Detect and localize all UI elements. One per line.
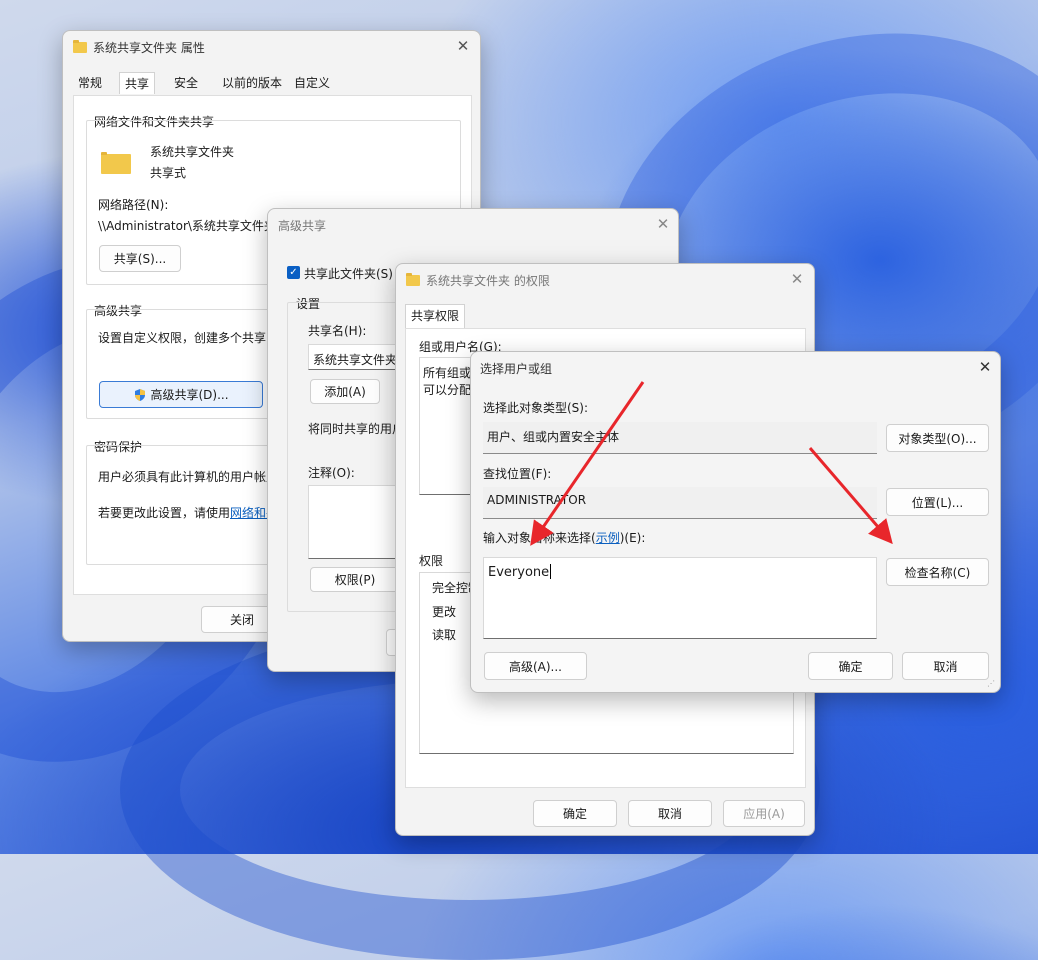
share-folder-checkbox[interactable]: ✓	[287, 266, 300, 279]
window-title: 高级共享	[278, 219, 327, 233]
select-users-titlebar[interactable]: 选择用户或组 ✕	[471, 352, 1000, 382]
object-type-label: 选择此对象类型(S):	[483, 401, 589, 415]
location-field: ADMINISTRATOR	[483, 487, 877, 519]
check-names-button[interactable]: 检查名称(C)	[886, 558, 989, 586]
examples-link[interactable]: 示例	[596, 531, 620, 545]
folder-icon	[406, 273, 420, 286]
advanced-button[interactable]: 高级(A)...	[484, 652, 587, 680]
ok-button[interactable]: 确定	[808, 652, 893, 680]
comment-field[interactable]	[308, 485, 408, 559]
close-icon[interactable]: ✕	[976, 358, 994, 376]
properties-titlebar[interactable]: 系统共享文件夹 属性 ✕	[63, 31, 480, 61]
tab-previous-versions[interactable]: 以前的版本	[217, 72, 287, 94]
window-title: 系统共享文件夹 的权限	[426, 274, 550, 288]
folder-name: 系统共享文件夹	[150, 145, 235, 159]
advanced-sharing-description: 设置自定义权限，创建多个共享，	[98, 331, 279, 345]
permissions-titlebar[interactable]: 系统共享文件夹 的权限 ✕	[396, 264, 814, 294]
ok-button[interactable]: 确定	[533, 800, 617, 827]
location-label: 查找位置(F):	[483, 467, 552, 481]
enter-label-prefix: 输入对象名称来选择(	[483, 531, 596, 545]
share-button[interactable]: 共享(S)...	[99, 245, 181, 272]
object-types-button[interactable]: 对象类型(O)...	[886, 424, 989, 452]
cancel-button[interactable]: 取消	[628, 800, 712, 827]
permissions-label: 权限	[419, 554, 444, 568]
password-description: 用户必须具有此计算机的用户帐户	[98, 470, 279, 484]
apply-button[interactable]: 应用(A)	[723, 800, 805, 827]
enter-label-suffix: )(E):	[619, 531, 646, 545]
window-title: 选择用户或组	[480, 362, 553, 376]
text-caret	[550, 564, 552, 579]
network-path-label: 网络路径(N):	[98, 198, 169, 212]
group-list-text: 可以分配	[423, 383, 472, 397]
password-change-prefix: 若要更改此设置，请使用	[98, 506, 231, 520]
advanced-sharing-button[interactable]: 高级共享(D)...	[99, 381, 263, 408]
locations-button[interactable]: 位置(L)...	[886, 488, 989, 516]
share-name-label: 共享名(H):	[308, 324, 367, 338]
window-title: 系统共享文件夹 属性	[93, 41, 205, 55]
network-path-value: \\Administrator\系统共享文件夹	[98, 219, 276, 233]
concurrent-users-label: 将同时共享的用户	[308, 422, 405, 436]
select-users-window: 选择用户或组 ✕ 选择此对象类型(S): 用户、组或内置安全主体 对象类型(O)…	[470, 351, 1001, 693]
comment-label: 注释(O):	[308, 466, 355, 480]
folder-icon	[101, 152, 131, 174]
object-names-value: Everyone	[488, 565, 550, 580]
folder-icon	[73, 40, 87, 53]
tab-security[interactable]: 安全	[169, 72, 203, 94]
share-name-field[interactable]: 系统共享文件夹	[308, 344, 408, 370]
enter-object-names-label: 输入对象名称来选择(示例)(E):	[483, 529, 645, 546]
object-names-input[interactable]: Everyone	[483, 557, 877, 639]
advanced-sharing-titlebar[interactable]: 高级共享 ✕	[268, 209, 678, 239]
close-icon[interactable]: ✕	[454, 37, 472, 55]
uac-shield-icon	[135, 388, 146, 401]
permissions-button[interactable]: 权限(P)	[310, 567, 400, 592]
tab-general[interactable]: 常规	[73, 72, 107, 94]
add-button[interactable]: 添加(A)	[310, 379, 380, 404]
password-change-text: 若要更改此设置，请使用网络和共	[98, 504, 278, 521]
close-icon[interactable]: ✕	[788, 270, 806, 288]
object-type-field: 用户、组或内置安全主体	[483, 422, 877, 454]
resize-grip-icon[interactable]: ⋰	[987, 679, 997, 689]
tab-customize[interactable]: 自定义	[289, 72, 335, 94]
tab-sharing[interactable]: 共享	[119, 72, 156, 94]
permission-row: 更改	[432, 605, 457, 619]
group-list-text: 所有组或	[423, 366, 472, 380]
share-state: 共享式	[150, 166, 187, 180]
permission-row: 读取	[432, 628, 457, 642]
close-icon[interactable]: ✕	[654, 215, 672, 233]
advanced-sharing-label: 高级共享(D)...	[150, 388, 229, 402]
cancel-button[interactable]: 取消	[902, 652, 989, 680]
tab-share-permissions[interactable]: 共享权限	[405, 304, 466, 328]
share-folder-label: 共享此文件夹(S)	[304, 267, 393, 281]
